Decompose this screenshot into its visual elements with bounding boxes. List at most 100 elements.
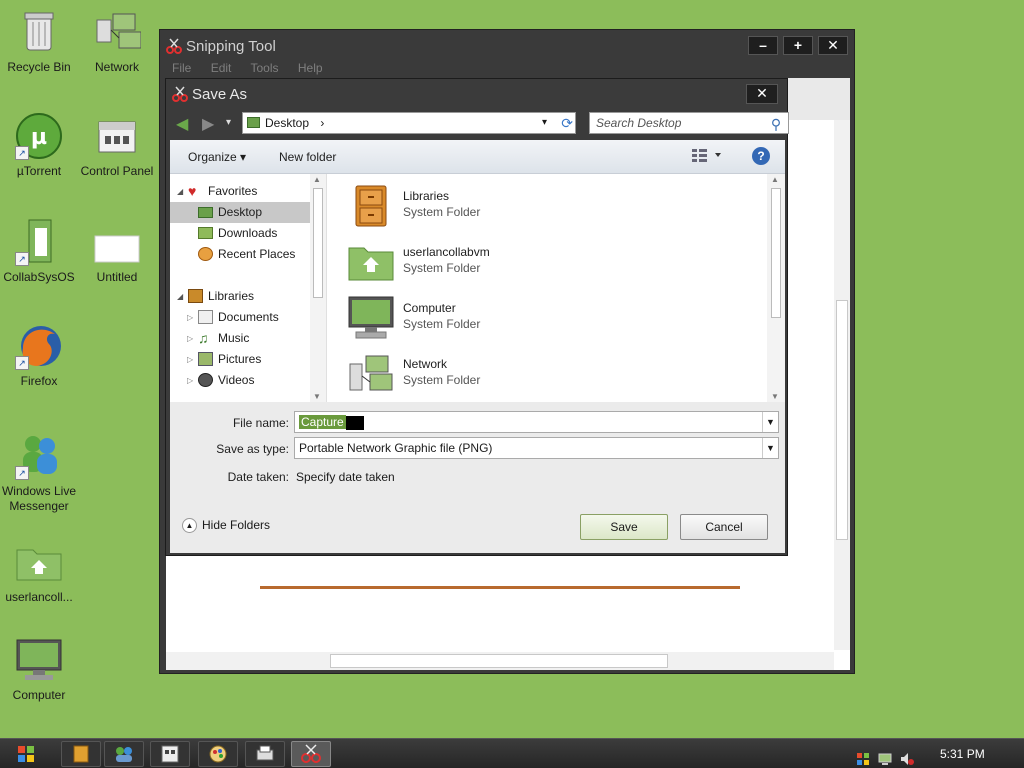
help-icon[interactable]: ? — [752, 147, 770, 165]
scrollbar-thumb[interactable] — [771, 188, 781, 318]
scroll-down-arrow-icon[interactable]: ▼ — [313, 392, 321, 401]
minimize-button[interactable]: – — [748, 36, 778, 55]
firefox-icon: ↗ — [15, 322, 63, 370]
nav-pane-scrollbar[interactable]: ▲ ▼ — [310, 174, 326, 402]
pictures-icon — [198, 352, 213, 366]
desktop-icon-untitled[interactable]: Untitled — [78, 218, 156, 285]
navigation-pane: ◢ ♥ Favorites Desktop Downloads Recent P… — [170, 174, 327, 402]
volume-muted-icon[interactable] — [900, 747, 914, 765]
taskbar-snipping-tool-button[interactable] — [291, 741, 331, 767]
taskbar-paint-button[interactable] — [198, 741, 238, 767]
browser-pane: ◢ ♥ Favorites Desktop Downloads Recent P… — [170, 174, 785, 402]
close-button[interactable]: ✕ — [818, 36, 848, 55]
expand-arrow-icon[interactable]: ▷ — [187, 328, 193, 349]
expand-arrow-icon[interactable]: ▷ — [187, 349, 193, 370]
dialog-close-button[interactable]: ✕ — [746, 84, 778, 104]
desktop-icon-recycle-bin[interactable]: Recycle Bin — [0, 8, 78, 75]
desktop-icon-computer[interactable]: Computer — [0, 636, 78, 703]
scrollbar-thumb[interactable] — [330, 654, 668, 668]
collapse-arrow-icon[interactable]: ◢ — [177, 286, 183, 307]
address-bar[interactable]: Desktop › ▾ ⟳ — [242, 112, 576, 134]
menu-file[interactable]: File — [172, 61, 191, 75]
taskbar-libraries-button[interactable] — [61, 741, 101, 767]
new-folder-button[interactable]: New folder — [279, 150, 336, 164]
shortcut-arrow-icon: ↗ — [15, 252, 29, 266]
music-icon: ♫ — [198, 330, 209, 346]
desktop-icon-firefox[interactable]: ↗ Firefox — [0, 322, 78, 389]
scrollbar-thumb[interactable] — [313, 188, 323, 298]
desktop-icon-windows-live-messenger[interactable]: ↗ Windows Live Messenger — [0, 432, 78, 514]
action-center-flag-icon[interactable] — [856, 747, 870, 765]
nav-item-recent-places[interactable]: Recent Places — [170, 244, 310, 265]
taskbar-control-panel-button[interactable] — [150, 741, 190, 767]
network-status-icon[interactable] — [878, 747, 892, 765]
cancel-button[interactable]: Cancel — [680, 514, 768, 540]
hide-folders-button[interactable]: ▲ Hide Folders — [182, 518, 270, 534]
date-taken-value[interactable]: Specify date taken — [296, 470, 395, 484]
save-button[interactable]: Save — [580, 514, 668, 540]
desktop-icon-label: userlancoll... — [5, 590, 73, 604]
recycle-bin-icon — [15, 8, 63, 56]
save-as-dialog: Save As ✕ ◀ ▶ ▾ Desktop › ▾ ⟳ Search Des… — [165, 78, 789, 556]
shortcut-arrow-icon: ↗ — [15, 356, 29, 370]
vertical-scrollbar[interactable] — [834, 120, 850, 650]
taskbar-printer-button[interactable] — [245, 741, 285, 767]
scrollbar-thumb[interactable] — [836, 300, 848, 540]
breadcrumb-separator[interactable]: › — [320, 116, 324, 130]
view-options-icon[interactable] — [692, 148, 722, 165]
clock[interactable]: 5:31 PM — [940, 739, 985, 768]
menu-tools[interactable]: Tools — [251, 61, 279, 75]
desktop-icon-collabsysos[interactable]: ↗ CollabSysOS — [0, 218, 78, 285]
recent-locations-dropdown-icon[interactable]: ▾ — [226, 117, 231, 128]
breadcrumb-desktop[interactable]: Desktop — [265, 116, 309, 130]
nav-label: Videos — [218, 373, 255, 387]
expand-arrow-icon[interactable]: ▷ — [187, 307, 193, 328]
nav-item-desktop[interactable]: Desktop — [170, 202, 310, 223]
nav-label: Music — [218, 331, 250, 345]
start-button[interactable] — [4, 740, 48, 768]
search-input[interactable]: Search Desktop ⚲ — [589, 112, 789, 134]
expand-arrow-icon[interactable]: ▷ — [187, 370, 193, 391]
collabsysos-icon: ↗ — [15, 218, 63, 266]
nav-item-downloads[interactable]: Downloads — [170, 223, 310, 244]
scissors-icon — [172, 86, 188, 102]
back-arrow-icon[interactable]: ◀ — [176, 114, 188, 134]
maximize-button[interactable]: + — [783, 36, 813, 55]
menu-help[interactable]: Help — [298, 61, 323, 75]
refresh-icon[interactable]: ⟳ — [561, 114, 573, 132]
taskbar-messenger-button[interactable] — [104, 741, 144, 767]
collapse-arrow-icon[interactable]: ◢ — [177, 181, 183, 202]
search-icon[interactable]: ⚲ — [767, 114, 785, 132]
nav-item-pictures[interactable]: ▷ Pictures — [170, 349, 310, 370]
control-panel-icon — [93, 112, 141, 160]
nav-item-documents[interactable]: ▷ Documents — [170, 307, 310, 328]
nav-favorites[interactable]: ◢ ♥ Favorites — [170, 181, 310, 202]
desktop-icon-control-panel[interactable]: Control Panel — [78, 112, 156, 179]
address-row: ◀ ▶ ▾ Desktop › ▾ ⟳ Search Desktop ⚲ — [172, 110, 789, 136]
desktop-icon-label: Firefox — [20, 374, 58, 388]
menu-edit[interactable]: Edit — [211, 61, 232, 75]
desktop-icon-label: µTorrent — [16, 164, 62, 178]
nav-item-videos[interactable]: ▷ Videos — [170, 370, 310, 391]
scroll-down-arrow-icon[interactable]: ▼ — [771, 392, 779, 401]
file-list-scrollbar[interactable]: ▲ ▼ — [767, 174, 785, 402]
save-type-dropdown-icon[interactable]: ▼ — [762, 438, 778, 458]
nav-item-music[interactable]: ▷ ♫ Music — [170, 328, 310, 349]
forward-arrow-icon[interactable]: ▶ — [202, 114, 214, 134]
shortcut-arrow-icon: ↗ — [15, 146, 29, 160]
file-name-dropdown-icon[interactable]: ▼ — [762, 412, 778, 432]
address-dropdown-icon[interactable]: ▾ — [542, 113, 547, 133]
network-icon — [348, 352, 394, 396]
file-type: System Folder — [403, 261, 481, 275]
desktop-icon-utorrent[interactable]: µ ↗ µTorrent — [0, 112, 78, 179]
desktop-icon-userlancollabvm[interactable]: userlancoll... — [0, 538, 78, 605]
scroll-up-arrow-icon[interactable]: ▲ — [771, 175, 779, 184]
organize-button[interactable]: Organize ▾ — [188, 150, 246, 164]
save-type-select[interactable]: Portable Network Graphic file (PNG) ▼ — [294, 437, 779, 459]
nav-libraries[interactable]: ◢ Libraries — [170, 286, 310, 307]
horizontal-scrollbar[interactable] — [166, 652, 834, 670]
desktop-icon-network[interactable]: Network — [78, 8, 156, 75]
user-folder-icon — [15, 538, 63, 586]
scroll-up-arrow-icon[interactable]: ▲ — [313, 175, 321, 184]
file-name-input[interactable]: Capture ▼ — [294, 411, 779, 433]
